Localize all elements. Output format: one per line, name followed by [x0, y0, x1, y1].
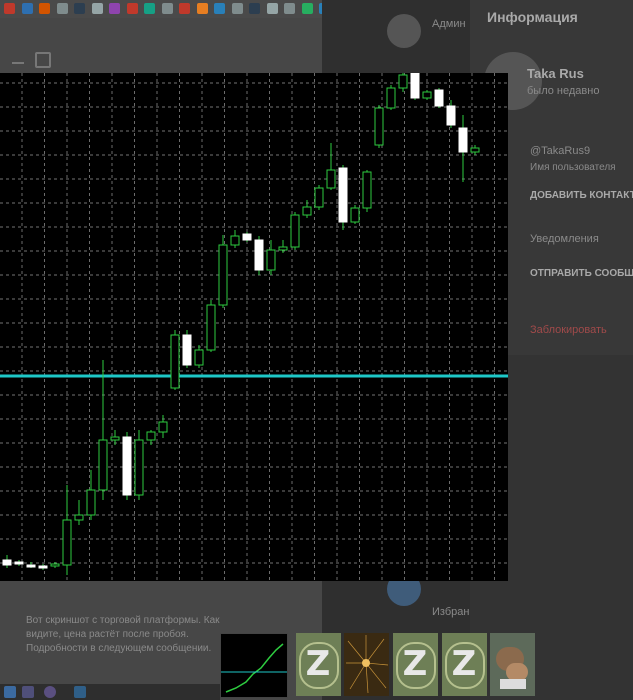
thumbnail-network[interactable]: [344, 633, 389, 696]
candle-bull: [110, 436, 120, 441]
bookmark-icon[interactable]: [179, 3, 190, 14]
candle-bull: [326, 169, 336, 189]
info-title: Информация: [487, 9, 578, 25]
bookmark-icon[interactable]: [74, 3, 85, 14]
candle-bull: [266, 249, 276, 271]
bookmark-icon[interactable]: [284, 3, 295, 14]
taskbar: [0, 684, 220, 700]
candle-bull: [230, 235, 240, 246]
add-contact-button[interactable]: ДОБАВИТЬ КОНТАКТ: [530, 190, 633, 201]
candle-bull: [50, 563, 60, 567]
bookmark-icon[interactable]: [91, 3, 103, 14]
candle-bull: [374, 107, 384, 146]
thumbnail-z-2[interactable]: Z: [393, 633, 438, 696]
app-icon[interactable]: [4, 686, 16, 698]
candle-bear: [446, 105, 456, 126]
candle-bull: [398, 74, 408, 89]
candle-bear: [434, 89, 444, 107]
thumbnail-z-3[interactable]: Z: [442, 633, 487, 696]
candle-bull: [302, 206, 312, 216]
candle-bull: [194, 349, 204, 366]
username-caption: Имя пользователя: [530, 162, 616, 173]
bookmark-icon[interactable]: [214, 3, 225, 14]
block-button[interactable]: Заблокировать: [530, 324, 607, 336]
candle-bull: [86, 489, 96, 516]
avatar-icon[interactable]: [387, 14, 421, 48]
profile-status: было недавно: [527, 85, 600, 97]
app-icon[interactable]: [44, 686, 56, 698]
candle-bull: [170, 334, 180, 389]
send-message-button[interactable]: ОТПРАВИТЬ СООБЩЕНИЕ: [530, 268, 633, 279]
candle-bull: [62, 519, 72, 566]
bookmark-icon[interactable]: [4, 3, 15, 14]
candle-bear: [2, 559, 12, 566]
candle-bear: [338, 167, 348, 223]
bookmark-icon[interactable]: [126, 3, 138, 14]
profile-username: @TakaRus9: [530, 145, 591, 157]
chat-message: Вот скриншот с торговой платформы. Как в…: [26, 615, 220, 654]
candle-bear: [38, 565, 48, 569]
thumbnail-z-1[interactable]: Z: [296, 633, 341, 696]
candle-bull: [218, 244, 228, 306]
candle-bear: [410, 73, 420, 99]
candle-bear: [254, 239, 264, 271]
bookmark-icon[interactable]: [249, 3, 260, 14]
candle-bull: [290, 214, 300, 248]
candle-bear: [122, 436, 132, 496]
bookmark-icon[interactable]: [109, 3, 120, 14]
bookmark-icon[interactable]: [144, 3, 155, 14]
bookmark-icon[interactable]: [56, 3, 68, 14]
bookmark-icon[interactable]: [161, 3, 173, 14]
thumbnail-bear[interactable]: [490, 633, 535, 696]
bookmark-icon[interactable]: [231, 3, 243, 14]
candle-bear: [26, 564, 36, 568]
candle-bull: [470, 147, 480, 153]
candle-bull: [362, 171, 372, 209]
app-icon[interactable]: [22, 686, 34, 698]
bookmark-icon[interactable]: [266, 3, 278, 14]
candle-bear: [458, 127, 468, 153]
bookmark-icon[interactable]: [196, 3, 208, 14]
thumbnail-chart[interactable]: [220, 633, 288, 698]
candle-bull: [74, 514, 84, 521]
profile-name: Taka Rus: [527, 66, 584, 81]
candle-bull: [134, 439, 144, 496]
candle-bull: [386, 87, 396, 109]
candle-bull: [98, 439, 108, 491]
download-icon[interactable]: [12, 52, 24, 64]
upload-icon[interactable]: [35, 52, 51, 68]
candle-bull: [278, 246, 288, 251]
bookmark-icon[interactable]: [21, 3, 33, 14]
candle-bear: [182, 334, 192, 366]
candle-bull: [422, 91, 432, 99]
candle-bear: [14, 561, 24, 565]
candle-bull: [350, 207, 360, 223]
candle-bull: [158, 421, 168, 433]
candle-bull: [146, 431, 156, 441]
contact-first-name: Админ: [432, 18, 466, 30]
bookmark-icon[interactable]: [39, 3, 50, 14]
candle-bull: [314, 187, 324, 208]
bookmark-icon[interactable]: [301, 3, 313, 14]
notifications-toggle[interactable]: Уведомления: [530, 233, 599, 245]
candle-bear: [242, 233, 252, 241]
candlestick-chart: [0, 73, 508, 581]
app-icon[interactable]: [74, 686, 86, 698]
candle-bull: [206, 304, 216, 351]
